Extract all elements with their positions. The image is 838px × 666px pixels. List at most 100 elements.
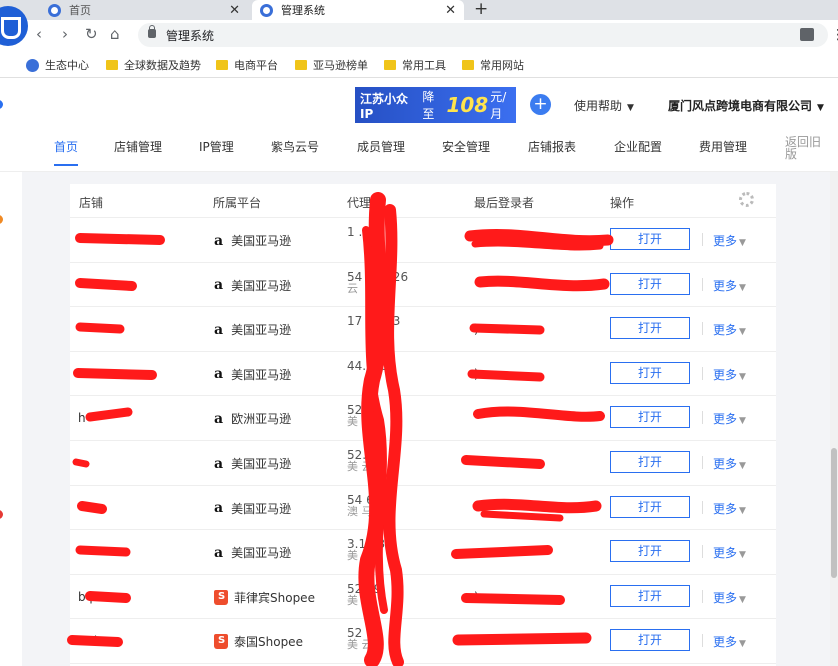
amazon-icon: a: [214, 500, 224, 517]
open-button[interactable]: 打开: [610, 361, 690, 384]
more-label: 更多: [713, 412, 738, 427]
shop-name[interactable]: h: [78, 411, 86, 425]
proxy-ip: 54 64: [347, 492, 382, 507]
bookmark-sites[interactable]: 常用网站: [462, 57, 524, 73]
side-marker-icon: [0, 100, 3, 109]
proxy-ip-cell: 54 64 澳 马逊云: [347, 494, 395, 518]
more-menu[interactable]: 更多 ▼: [713, 277, 746, 294]
caret-down-icon: ▼: [817, 103, 824, 113]
proxy-ip: 17 119.3: [347, 314, 401, 329]
column-header: 店铺: [79, 196, 104, 210]
nav-home[interactable]: 首页: [54, 138, 79, 166]
nav-security-management[interactable]: 安全管理: [442, 138, 490, 155]
proxy-ip-cell: 52. 5美 云: [347, 404, 378, 428]
bookmark-ecommerce[interactable]: 电商平台: [216, 57, 278, 73]
bookmark-ecosystem[interactable]: 生态中心: [26, 57, 89, 73]
help-label: 使用帮助: [574, 99, 623, 113]
more-menu[interactable]: 更多 ▼: [713, 410, 746, 427]
proxy-ip-cell: 3.1 239 美 云: [347, 538, 393, 562]
bookmark-global-data[interactable]: 全球数据及趋势: [106, 57, 201, 73]
shop-name[interactable]: e.th: [78, 634, 102, 648]
tab-admin[interactable]: 管理系统 ✕: [252, 0, 464, 20]
nav-ip-management[interactable]: IP管理: [199, 138, 234, 155]
gear-icon[interactable]: [739, 192, 754, 207]
open-button[interactable]: 打开: [610, 584, 690, 607]
shop-name[interactable]: b ph: [78, 590, 105, 604]
open-button[interactable]: 打开: [610, 272, 690, 295]
open-button[interactable]: 打开: [610, 451, 690, 473]
table-row: a 美国亚马逊 3.1 239 美 云 打开 更多 ▼: [70, 530, 776, 575]
nav-shop-reports[interactable]: 店铺报表: [528, 138, 576, 155]
more-menu[interactable]: 更多 ▼: [713, 455, 746, 472]
proxy-ip-region: 美 云: [347, 638, 373, 652]
amazon-icon: a: [214, 232, 224, 249]
column-header: 操作: [610, 196, 635, 210]
open-button[interactable]: 打开: [610, 317, 690, 340]
platform-name: 欧洲亚马逊: [231, 412, 292, 427]
open-button[interactable]: 打开: [610, 629, 690, 652]
nav-enterprise-config[interactable]: 企业配置: [614, 138, 662, 155]
more-menu[interactable]: 更多 ▼: [713, 500, 746, 517]
table-header: 店铺 所属平台 代理IP 最后登录者 操作: [70, 184, 776, 218]
chevron-down-icon: ▼: [739, 639, 746, 650]
more-menu[interactable]: 更多 ▼: [713, 544, 746, 561]
last-login-user: ): [474, 366, 479, 381]
new-tab-icon[interactable]: +: [474, 0, 488, 19]
folder-icon: [384, 60, 396, 70]
nav-back-old-version[interactable]: 返回旧版: [785, 136, 829, 160]
browser-toolbar: ‹ › ↻ ⌂ 管理系统: [0, 20, 838, 50]
nav-billing[interactable]: 费用管理: [699, 138, 747, 155]
promo-banner[interactable]: 江苏小众IP 降至 108 元/月: [355, 87, 516, 123]
open-button[interactable]: 打开: [610, 406, 690, 429]
scrollbar[interactable]: [830, 172, 838, 666]
scrollbar-thumb[interactable]: [831, 448, 837, 578]
open-button[interactable]: 打开: [610, 495, 690, 518]
chevron-down-icon: ▼: [739, 594, 746, 605]
company-name: 厦门风点跨境电商有限公司: [668, 99, 813, 113]
close-icon[interactable]: ✕: [229, 3, 240, 18]
nav-cloud-account[interactable]: 紫鸟云号: [271, 138, 319, 155]
more-label: 更多: [713, 501, 738, 516]
address-bar[interactable]: 管理系统: [138, 23, 828, 47]
table-row: e.th 泰国Shopee 52 69美 云 打开 更多▼: [70, 619, 776, 664]
translate-icon[interactable]: [800, 28, 814, 41]
home-icon[interactable]: ⌂: [110, 25, 120, 43]
lock-icon: [148, 25, 156, 38]
nav-member-management[interactable]: 成员管理: [357, 138, 405, 155]
table-row: a 美国亚马逊 1 .13 打开 更多 ▼: [70, 218, 776, 263]
help-menu[interactable]: 使用帮助 ▼: [574, 97, 634, 114]
close-icon[interactable]: ✕: [445, 3, 456, 18]
divider: [702, 366, 703, 380]
platform-name: 美国亚马逊: [231, 234, 292, 248]
more-menu[interactable]: 更多 ▼: [713, 633, 746, 650]
more-menu[interactable]: 更多 ▼: [713, 366, 746, 383]
platform-name: 泰国Shopee: [234, 635, 303, 650]
more-menu[interactable]: 更多 ▼: [713, 321, 746, 338]
proxy-ip-region: 美 云: [347, 460, 373, 473]
nav-shop-management[interactable]: 店铺管理: [114, 138, 162, 155]
company-menu[interactable]: 厦门风点跨境电商有限公司 ▼: [668, 97, 824, 114]
open-button[interactable]: 打开: [610, 228, 690, 250]
folder-icon: [216, 60, 228, 70]
add-icon[interactable]: +: [530, 94, 551, 115]
amazon-icon: a: [214, 455, 224, 472]
promo-price: 108: [446, 93, 489, 117]
amazon-icon: a: [214, 410, 224, 427]
browser-menu-icon[interactable]: ⋮: [831, 27, 838, 43]
table-row: a 美国亚马逊 44. .83) 打开 更多 ▼: [70, 352, 776, 397]
more-menu[interactable]: 更多 ▼: [713, 232, 746, 249]
divider: [702, 277, 703, 291]
table-row: a 美国亚马逊 17 119.3) 打开 更多 ▼: [70, 307, 776, 352]
proxy-ip-cell: 1 .13: [347, 226, 378, 238]
tab-title: 首页: [69, 4, 91, 17]
proxy-ip: 52 69: [347, 581, 382, 596]
back-icon[interactable]: ‹: [36, 25, 42, 43]
proxy-ip-cell: 54 03.126 云: [347, 271, 408, 295]
reload-icon[interactable]: ↻: [85, 25, 98, 43]
tab-home[interactable]: 首页 ✕: [48, 0, 248, 20]
open-button[interactable]: 打开: [610, 540, 690, 563]
bookmark-amazon-rank[interactable]: 亚马逊榜单: [295, 57, 368, 73]
more-menu[interactable]: 更多 ▼: [713, 589, 746, 606]
bookmark-tools[interactable]: 常用工具: [384, 57, 446, 73]
forward-icon[interactable]: ›: [62, 25, 68, 43]
